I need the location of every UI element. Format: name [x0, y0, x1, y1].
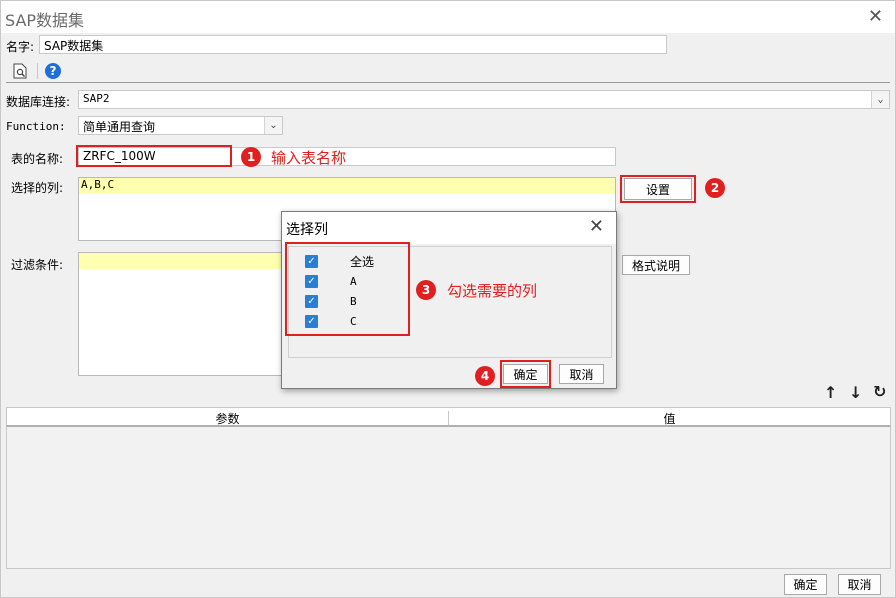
chevron-down-icon[interactable]: ⌄	[871, 91, 889, 108]
table-name-label: 表的名称:	[11, 152, 64, 166]
refresh-icon[interactable]: ↻	[873, 382, 886, 401]
sap-dataset-window: SAP数据集 ✕ 名字: SAP数据集 ? 数据库连接: SAP2 ⌄ Func…	[0, 0, 896, 598]
format-help-button[interactable]: 格式说明	[622, 255, 690, 275]
arrow-down-icon[interactable]: ↓	[849, 383, 862, 402]
toolbar-separator	[6, 82, 890, 83]
selected-columns-value: A,B,C	[79, 178, 615, 194]
name-input[interactable]: SAP数据集	[39, 35, 667, 54]
annotation-box-1	[76, 145, 232, 167]
column-header-param: 参数	[215, 412, 240, 426]
column-header-value: 值	[663, 412, 676, 426]
annotation-box-2	[620, 175, 696, 203]
db-connection-select[interactable]: SAP2 ⌄	[78, 90, 890, 109]
cancel-button[interactable]: 取消	[838, 574, 881, 595]
help-icon[interactable]: ?	[45, 63, 61, 79]
chevron-down-icon[interactable]: ⌄	[264, 117, 282, 134]
close-icon[interactable]: ✕	[868, 6, 883, 27]
annotation-text-1: 输入表名称	[271, 149, 347, 167]
annotation-box-4	[500, 360, 551, 388]
name-label: 名字:	[6, 40, 35, 54]
annotation-badge-2: 2	[705, 178, 725, 198]
title-bar: SAP数据集 ✕	[1, 1, 895, 33]
annotation-badge-4: 4	[475, 366, 495, 386]
annotation-box-3	[285, 242, 410, 336]
function-label: Function:	[6, 120, 66, 133]
ok-button[interactable]: 确定	[784, 574, 827, 595]
window-title: SAP数据集	[5, 11, 85, 30]
filter-label: 过滤条件:	[11, 258, 64, 272]
select-columns-dialog: 选择列 ✕ ✓ 全选 ✓ A ✓ B ✓ C 3 勾选需要的列 4 确定 取消	[281, 211, 617, 389]
db-connection-label: 数据库连接:	[6, 95, 71, 109]
name-value: SAP数据集	[44, 39, 104, 53]
dialog-title: 选择列	[286, 222, 328, 238]
params-table-header: 参数 值	[6, 407, 891, 427]
function-value: 简单通用查询	[83, 120, 156, 134]
annotation-badge-3: 3	[416, 280, 436, 300]
arrow-up-icon[interactable]: ↑	[824, 383, 837, 402]
annotation-text-3: 勾选需要的列	[447, 282, 538, 300]
dialog-cancel-button[interactable]: 取消	[559, 364, 604, 384]
annotation-badge-1: 1	[241, 147, 261, 167]
close-icon[interactable]: ✕	[589, 216, 604, 237]
toolbar-divider	[37, 63, 38, 79]
function-select[interactable]: 简单通用查询 ⌄	[78, 116, 283, 135]
params-table-body	[6, 427, 891, 569]
selected-columns-label: 选择的列:	[11, 181, 64, 195]
dialog-title-bar: 选择列 ✕	[282, 212, 616, 244]
preview-icon[interactable]	[13, 63, 27, 79]
db-connection-value: SAP2	[83, 92, 110, 105]
